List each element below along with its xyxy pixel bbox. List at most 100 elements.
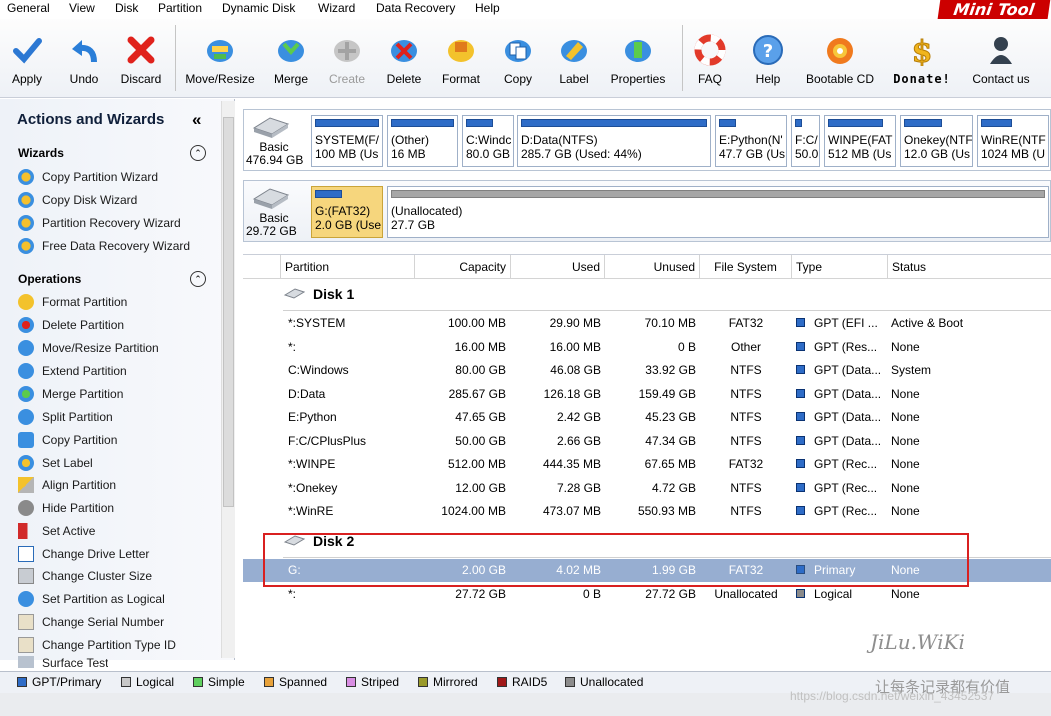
disk1-partition-block[interactable]: E:Python(N' 47.7 GB (Us <box>715 115 787 167</box>
collapse-operations-icon[interactable]: ⌃ <box>190 271 206 287</box>
disk2-info: Basic 29.72 GB <box>246 187 308 245</box>
menu-partition[interactable]: Partition <box>158 1 202 15</box>
menu-view[interactable]: View <box>69 1 95 15</box>
contact-us-button[interactable]: Contact us <box>966 19 1036 98</box>
type-color-swatch <box>796 412 805 422</box>
cell-fs: Unallocated <box>714 586 778 601</box>
discard-button[interactable]: Discard <box>116 19 166 98</box>
format-button[interactable]: Format <box>437 19 485 98</box>
toolbar-separator <box>682 25 683 91</box>
cell-unused: 4.72 GB <box>651 480 696 495</box>
op-format-partition[interactable]: Format Partition <box>18 292 127 312</box>
red-x-icon <box>124 33 158 67</box>
delete-button[interactable]: Delete <box>380 19 428 98</box>
op-change-cluster-size[interactable]: Change Cluster Size <box>18 566 152 586</box>
disk1-map-row[interactable]: Basic 476.94 GB SYSTEM(F/100 MB (Us (Oth… <box>243 109 1051 171</box>
menu-data-recovery[interactable]: Data Recovery <box>376 1 455 15</box>
op-merge-partition[interactable]: Merge Partition <box>18 384 123 404</box>
op-move-resize-partition[interactable]: Move/Resize Partition <box>18 338 159 358</box>
column-header-type[interactable]: Type <box>792 255 888 279</box>
move-resize-button[interactable]: Move/Resize <box>182 19 258 98</box>
create-button[interactable]: Create <box>324 19 370 98</box>
column-header-used[interactable]: Used <box>511 255 605 279</box>
wizard-free-data-recovery[interactable]: Free Data Recovery Wizard <box>18 236 190 256</box>
op-set-label[interactable]: Set Label <box>18 453 93 473</box>
undo-button[interactable]: Undo <box>62 19 106 98</box>
table-row[interactable]: F:C/CPlusPlus 50.00 GB 2.66 GB 47.34 GB NTFS… <box>243 430 1051 453</box>
disk1-partition-block[interactable]: C:Windc 80.0 GB <box>462 115 514 167</box>
table-row[interactable]: C:Windows 80.00 GB 46.08 GB 33.92 GB NTFS GPT… <box>243 359 1051 382</box>
type-color-swatch <box>796 435 805 445</box>
op-set-active[interactable]: Set Active <box>18 521 95 541</box>
table-row[interactable]: *: 16.00 MB 16.00 MB 0 B Other GPT (Res... Non… <box>243 336 1051 359</box>
op-copy-partition[interactable]: Copy Partition <box>18 430 117 450</box>
disk1-partition-block[interactable]: WINPE(FAT 512 MB (Us <box>824 115 896 167</box>
operations-section-title: Operations <box>18 272 82 286</box>
disk2-unallocated-block[interactable]: (Unallocated) 27.7 GB <box>387 186 1049 238</box>
disk1-partition-block[interactable]: D:Data(NTFS) 285.7 GB (Used: 44%) <box>517 115 711 167</box>
menu-help[interactable]: Help <box>475 1 500 15</box>
wizard-partition-recovery[interactable]: Partition Recovery Wizard <box>18 213 181 233</box>
op-surface-test[interactable]: Surface Test <box>18 656 108 668</box>
table-row[interactable]: D:Data 285.67 GB 126.18 GB 159.49 GB NTFS GPT… <box>243 383 1051 406</box>
disk1-partition-block[interactable]: Onekey(NTF 12.0 GB (Us <box>900 115 973 167</box>
cluster-icon <box>18 568 34 584</box>
table-row[interactable]: *:WinRE 1024.00 MB 473.07 MB 550.93 MB NTFS G… <box>243 500 1051 523</box>
move-resize-icon <box>203 33 237 67</box>
op-delete-partition[interactable]: Delete Partition <box>18 315 124 335</box>
menu-disk[interactable]: Disk <box>115 1 138 15</box>
disk2-selected-partition-block[interactable]: G:(FAT32) 2.0 GB (Use <box>311 186 383 238</box>
type-color-swatch <box>796 388 805 398</box>
table-row[interactable]: *:WINPE 512.00 MB 444.35 MB 67.65 MB FAT32 GP… <box>243 453 1051 476</box>
disk1-partition-block[interactable]: WinRE(NTF 1024 MB (U <box>977 115 1049 167</box>
disk1-group-header[interactable]: Disk 1 <box>283 286 354 302</box>
op-change-partition-type-id[interactable]: Change Partition Type ID <box>18 635 176 655</box>
cell-capacity: 100.00 MB <box>447 316 506 330</box>
wizard-copy-partition[interactable]: Copy Partition Wizard <box>18 167 158 187</box>
copy-button[interactable]: Copy <box>496 19 540 98</box>
table-row[interactable]: E:Python 47.65 GB 2.42 GB 45.23 GB NTFS GPT (… <box>243 406 1051 429</box>
column-header-status[interactable]: Status <box>888 255 1051 279</box>
column-header-partition[interactable]: Partition <box>281 255 415 279</box>
faq-button[interactable]: FAQ <box>688 19 732 98</box>
disk2-map-row[interactable]: Basic 29.72 GB G:(FAT32) 2.0 GB (Use (Una… <box>243 180 1051 242</box>
menu-dynamic-disk[interactable]: Dynamic Disk <box>222 1 295 15</box>
legend-swatch <box>346 677 356 687</box>
help-button[interactable]: ? Help <box>746 19 790 98</box>
table-row[interactable]: *:SYSTEM 100.00 MB 29.90 MB 70.10 MB FAT32 GP… <box>243 312 1051 335</box>
type-color-swatch <box>796 482 805 492</box>
wizard-copy-disk[interactable]: Copy Disk Wizard <box>18 190 137 210</box>
disk1-partition-block[interactable]: SYSTEM(F/100 MB (Us <box>311 115 383 167</box>
align-icon <box>18 477 34 493</box>
op-extend-partition[interactable]: Extend Partition <box>18 361 127 381</box>
cell-partition: F:C/CPlusPlus <box>288 433 367 448</box>
op-split-partition[interactable]: Split Partition <box>18 407 113 427</box>
menu-wizard[interactable]: Wizard <box>318 1 355 15</box>
cell-partition: *: <box>288 586 297 601</box>
column-header-file-system[interactable]: File System <box>700 255 792 279</box>
op-change-drive-letter[interactable]: Change Drive Letter <box>18 544 149 564</box>
column-header-unused[interactable]: Unused <box>605 255 700 279</box>
disk1-partition-block[interactable]: F:C/50.0 <box>791 115 820 167</box>
menu-general[interactable]: General <box>7 1 50 15</box>
apply-button[interactable]: Apply <box>4 19 50 98</box>
op-hide-partition[interactable]: Hide Partition <box>18 498 114 518</box>
op-align-partition[interactable]: Align Partition <box>18 475 116 495</box>
cell-capacity: 27.72 GB <box>455 586 506 601</box>
sidebar-scrollbar[interactable] <box>221 101 235 658</box>
scrollbar-thumb[interactable] <box>223 117 234 507</box>
table-row[interactable]: *:Onekey 12.00 GB 7.28 GB 4.72 GB NTFS GPT (R… <box>243 477 1051 500</box>
donate-button[interactable]: $ Donate! <box>890 19 954 98</box>
op-change-serial-number[interactable]: Change Serial Number <box>18 612 164 632</box>
cell-unused: 70.10 MB <box>644 316 696 330</box>
properties-button[interactable]: Properties <box>606 19 670 98</box>
collapse-panel-icon[interactable]: « <box>192 110 201 130</box>
column-header-capacity[interactable]: Capacity <box>415 255 511 279</box>
collapse-wizards-icon[interactable]: ⌃ <box>190 145 206 161</box>
merge-button[interactable]: Merge <box>268 19 314 98</box>
disk1-partition-block[interactable]: (Other) 16 MB <box>387 115 458 167</box>
op-set-partition-logical[interactable]: Set Partition as Logical <box>18 589 165 609</box>
bootable-cd-button[interactable]: Bootable CD <box>800 19 880 98</box>
cell-type: GPT (Rec... <box>796 504 877 518</box>
label-button[interactable]: Label <box>551 19 597 98</box>
